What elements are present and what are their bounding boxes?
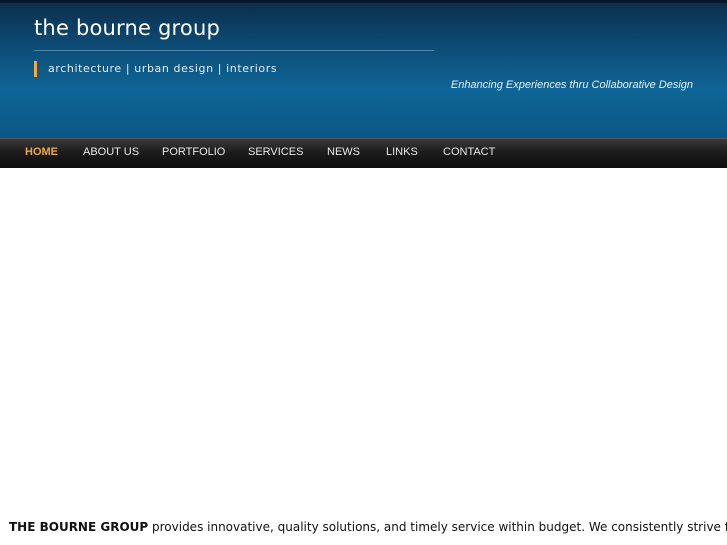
site-tagline: architecture | urban design | interiors [48, 62, 278, 75]
nav-about-us[interactable]: ABOUT US [83, 146, 139, 158]
nav-news[interactable]: NEWS [327, 146, 360, 158]
site-header: the bourne group architecture | urban de… [0, 0, 727, 138]
title-divider [34, 50, 434, 51]
nav-services[interactable]: SERVICES [248, 146, 303, 158]
intro-text: provides innovative, quality solutions, … [148, 520, 727, 534]
page: the bourne group architecture | urban de… [0, 0, 727, 545]
site-slogan: Enhancing Experiences thru Collaborative… [450, 79, 693, 91]
intro-paragraph: THE BOURNE GROUP provides innovative, qu… [9, 520, 727, 534]
nav-contact[interactable]: CONTACT [443, 146, 495, 158]
nav-home[interactable]: HOME [25, 146, 58, 158]
header-top-line [0, 0, 727, 3]
nav-links[interactable]: LINKS [386, 146, 418, 158]
site-title[interactable]: the bourne group [34, 16, 220, 40]
intro-brand: THE BOURNE GROUP [9, 520, 149, 534]
main-content: THE BOURNE GROUP provides innovative, qu… [0, 168, 727, 545]
tagline-accent-bar [34, 61, 37, 77]
nav-portfolio[interactable]: PORTFOLIO [162, 146, 225, 158]
main-nav: HOME ABOUT US PORTFOLIO SERVICES NEWS LI… [0, 138, 727, 168]
